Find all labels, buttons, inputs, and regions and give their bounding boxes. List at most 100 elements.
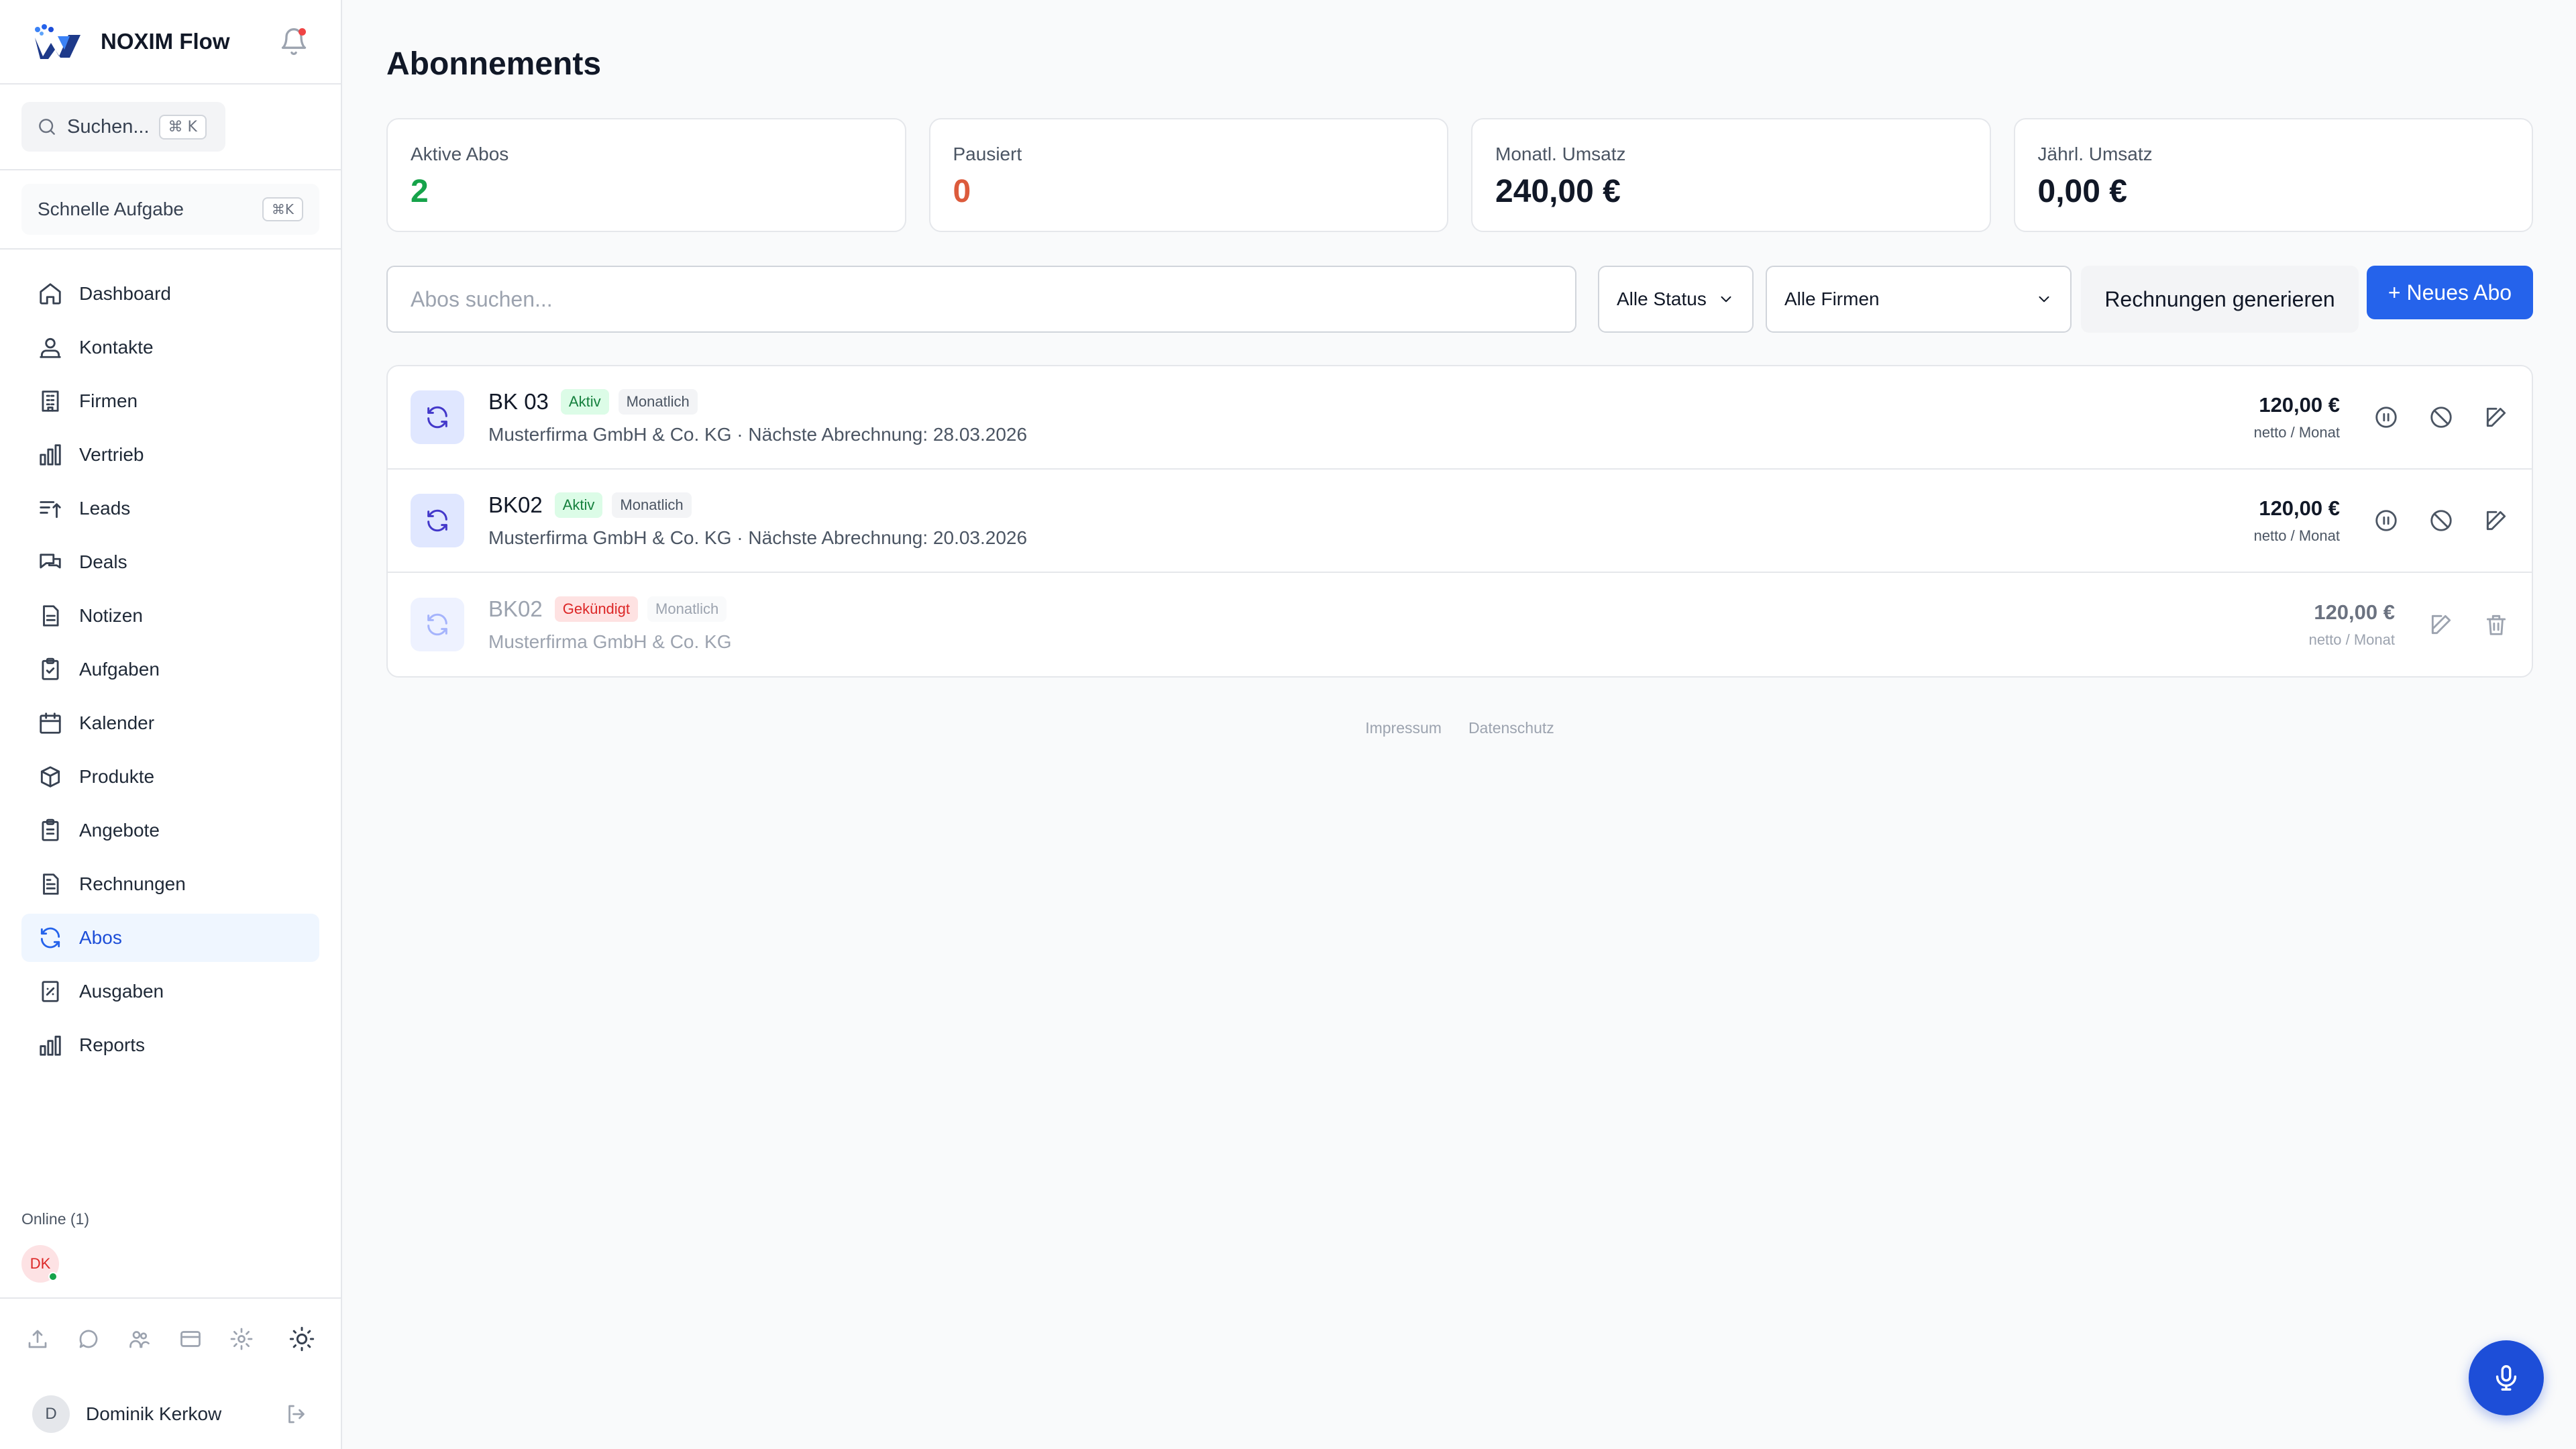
sidebar-item-label: Dashboard bbox=[79, 283, 171, 304]
clipboard-list-icon bbox=[42, 818, 59, 841]
building-icon bbox=[42, 390, 59, 412]
upload-icon[interactable] bbox=[25, 1327, 50, 1351]
filter-toolbar: Alle Status Alle Firmen Rechnungen gener… bbox=[386, 266, 2533, 333]
price-amount: 120,00 € bbox=[2314, 600, 2395, 624]
sidebar-header: NOXIM Flow bbox=[0, 0, 341, 85]
edit-icon[interactable] bbox=[2483, 405, 2509, 430]
sidebar-item-produkte[interactable]: Produkte bbox=[21, 753, 319, 801]
sidebar-item-abos[interactable]: Abos bbox=[21, 914, 319, 962]
sidebar-item-label: Rechnungen bbox=[79, 873, 186, 894]
datenschutz-link[interactable]: Datenschutz bbox=[1468, 719, 1554, 737]
credit-card-icon[interactable] bbox=[178, 1327, 203, 1351]
cancel-icon[interactable] bbox=[2428, 508, 2454, 533]
sidebar-item-aufgaben[interactable]: Aufgaben bbox=[21, 645, 319, 694]
logout-icon[interactable] bbox=[284, 1402, 309, 1426]
receipt-icon bbox=[42, 981, 59, 1002]
pause-icon[interactable] bbox=[2373, 508, 2399, 533]
company-filter-select[interactable]: Alle Firmen bbox=[1766, 266, 2072, 333]
sidebar-item-dashboard[interactable]: Dashboard bbox=[21, 270, 319, 318]
price-amount: 120,00 € bbox=[2259, 393, 2340, 417]
sidebar-item-rechnungen[interactable]: Rechnungen bbox=[21, 860, 319, 908]
cancel-icon[interactable] bbox=[2428, 405, 2454, 430]
status-badge: Aktiv bbox=[554, 492, 603, 518]
subscription-price: 120,00 € netto / Monat bbox=[2254, 496, 2340, 545]
sidebar-item-notizen[interactable]: Notizen bbox=[21, 592, 319, 640]
separator: · bbox=[737, 424, 749, 445]
sidebar-item-leads[interactable]: Leads bbox=[21, 484, 319, 533]
impressum-link[interactable]: Impressum bbox=[1365, 719, 1442, 737]
company-name: Musterfirma GmbH & Co. KG bbox=[488, 424, 732, 445]
subscription-price: 120,00 € netto / Monat bbox=[2254, 393, 2340, 441]
subscription-row[interactable]: BK02 Aktiv Monatlich Musterfirma GmbH & … bbox=[388, 470, 2532, 573]
sidebar-search-button[interactable]: Suchen... ⌘ K bbox=[21, 102, 225, 152]
leads-icon bbox=[40, 501, 61, 519]
stat-value: 0,00 € bbox=[2037, 174, 2127, 209]
team-icon[interactable] bbox=[127, 1327, 152, 1351]
next-billing: Nächste Abrechnung: 28.03.2026 bbox=[748, 424, 1028, 445]
note-icon bbox=[43, 605, 59, 627]
trash-icon[interactable] bbox=[2483, 612, 2509, 637]
sidebar-item-kontakte[interactable]: Kontakte bbox=[21, 323, 319, 372]
sidebar-item-vertrieb[interactable]: Vertrieb bbox=[21, 431, 319, 479]
online-status-dot bbox=[48, 1272, 58, 1281]
sidebar-item-label: Kalender bbox=[79, 712, 155, 733]
edit-icon[interactable] bbox=[2483, 508, 2509, 533]
chevron-down-icon bbox=[1721, 296, 1731, 303]
online-label: Online (1) bbox=[21, 1210, 89, 1228]
sidebar-item-kalender[interactable]: Kalender bbox=[21, 699, 319, 747]
pause-icon[interactable] bbox=[2373, 405, 2399, 430]
company-filter-value: Alle Firmen bbox=[1784, 288, 1880, 309]
stats-row: Aktive Abos 2 Pausiert 0 Monatl. Umsatz … bbox=[386, 118, 2533, 232]
page-footer: Impressum Datenschutz bbox=[386, 719, 2533, 737]
subscription-name: BK02 bbox=[488, 596, 543, 621]
online-user-avatar[interactable]: DK bbox=[21, 1245, 59, 1283]
sidebar-item-label: Produkte bbox=[79, 766, 155, 787]
noxim-logo[interactable] bbox=[31, 23, 86, 60]
user-avatar[interactable]: D bbox=[32, 1395, 70, 1433]
stat-card-yearly-revenue: Jährl. Umsatz 0,00 € bbox=[2013, 118, 2533, 232]
sidebar-item-angebote[interactable]: Angebote bbox=[21, 806, 319, 855]
subscription-search-input[interactable] bbox=[386, 266, 1576, 333]
search-shortcut: ⌘ K bbox=[158, 114, 207, 140]
row-actions bbox=[2373, 405, 2509, 430]
edit-icon[interactable] bbox=[2428, 612, 2454, 637]
subscription-info: BK02 Gekündigt Monatlich Musterfirma Gmb… bbox=[488, 596, 2309, 653]
quick-task-button[interactable]: Schnelle Aufgabe ⌘K bbox=[21, 184, 319, 235]
quick-task-section: Schnelle Aufgabe ⌘K bbox=[0, 170, 341, 250]
sidebar-item-deals[interactable]: Deals bbox=[21, 538, 319, 586]
generate-invoices-button[interactable]: Rechnungen generieren bbox=[2081, 266, 2359, 333]
row-actions bbox=[2428, 612, 2509, 637]
subscription-row-cancelled[interactable]: BK02 Gekündigt Monatlich Musterfirma Gmb… bbox=[388, 573, 2532, 676]
quick-task-label: Schnelle Aufgabe bbox=[38, 199, 184, 219]
sidebar-item-reports[interactable]: Reports bbox=[21, 1021, 319, 1069]
new-subscription-button[interactable]: + Neues Abo bbox=[2367, 266, 2533, 319]
search-icon bbox=[39, 119, 55, 135]
gear-icon[interactable] bbox=[229, 1327, 254, 1351]
sidebar-item-ausgaben[interactable]: Ausgaben bbox=[21, 967, 319, 1016]
theme-toggle-sun-icon[interactable] bbox=[288, 1326, 315, 1352]
sidebar-item-firmen[interactable]: Firmen bbox=[21, 377, 319, 425]
subscription-details: Musterfirma GmbH & Co. KG · Nächste Abre… bbox=[488, 527, 2254, 549]
subscription-name: BK 03 bbox=[488, 389, 549, 414]
sidebar-item-label: Kontakte bbox=[79, 337, 154, 358]
notifications-bell-icon[interactable] bbox=[279, 27, 309, 56]
status-filter-select[interactable]: Alle Status bbox=[1598, 266, 1754, 333]
message-icon[interactable] bbox=[76, 1327, 101, 1351]
status-badge: Aktiv bbox=[560, 389, 609, 415]
price-amount: 120,00 € bbox=[2259, 496, 2340, 520]
voice-input-button[interactable] bbox=[2469, 1340, 2544, 1415]
status-filter-value: Alle Status bbox=[1617, 288, 1707, 309]
stat-label: Aktive Abos bbox=[411, 144, 509, 164]
row-actions bbox=[2373, 508, 2509, 533]
sidebar-item-label: Notizen bbox=[79, 605, 143, 626]
interval-badge: Monatlich bbox=[618, 389, 698, 415]
online-user-initials: DK bbox=[30, 1255, 51, 1272]
reports-icon bbox=[40, 1035, 61, 1056]
subscription-list: BK 03 Aktiv Monatlich Musterfirma GmbH &… bbox=[386, 365, 2533, 678]
chevron-down-icon bbox=[2039, 296, 2049, 303]
contacts-icon bbox=[40, 337, 61, 358]
subscription-row[interactable]: BK 03 Aktiv Monatlich Musterfirma GmbH &… bbox=[388, 366, 2532, 470]
subscription-details: Musterfirma GmbH & Co. KG · Nächste Abre… bbox=[488, 424, 2254, 445]
sidebar-item-label: Angebote bbox=[79, 820, 160, 841]
interval-badge: Monatlich bbox=[647, 596, 727, 622]
